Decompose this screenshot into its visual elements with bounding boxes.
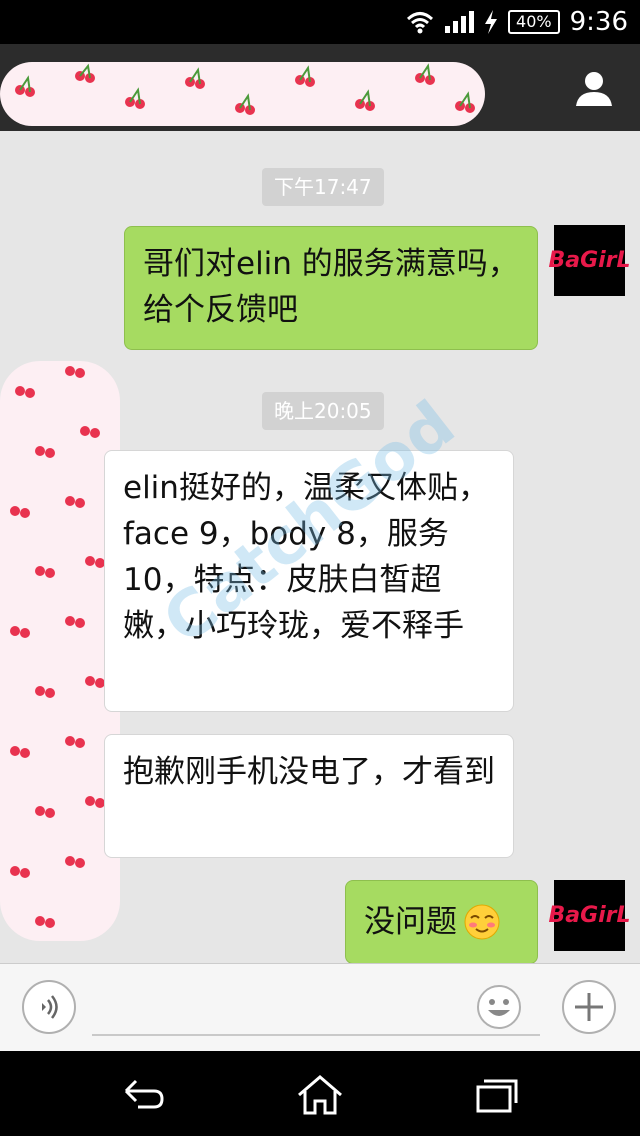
- chat-area[interactable]: 下午17:47 哥们对elin 的服务满意吗，给个反馈吧 BaGirL 晚上20…: [0, 131, 640, 963]
- status-icons: 40% 9:36: [406, 6, 628, 38]
- timestamp: 下午17:47: [262, 168, 384, 206]
- message-bubble-received[interactable]: 抱歉刚手机没电了，才看到: [104, 734, 514, 858]
- avatar-label: BaGirL: [548, 903, 631, 928]
- redacted-avatar-sticker: [0, 361, 120, 941]
- chat-header: [0, 44, 640, 131]
- battery-level: 40%: [508, 10, 560, 34]
- add-button[interactable]: [562, 980, 616, 1034]
- voice-icon: [42, 995, 58, 1019]
- voice-button[interactable]: [22, 980, 76, 1034]
- avatar-label: BaGirL: [548, 248, 631, 273]
- message-input[interactable]: [92, 1034, 540, 1036]
- message-text: 没问题: [364, 904, 457, 940]
- input-bar: [0, 963, 640, 1052]
- charging-icon: [485, 10, 498, 34]
- signal-icon: [445, 11, 475, 33]
- avatar[interactable]: BaGirL: [548, 225, 631, 296]
- message-bubble-sent[interactable]: 没问题: [345, 880, 538, 963]
- home-icon[interactable]: [295, 1073, 345, 1117]
- clock: 9:36: [569, 7, 628, 37]
- message-bubble-sent[interactable]: 哥们对elin 的服务满意吗，给个反馈吧: [124, 226, 538, 350]
- smiley-icon[interactable]: [476, 984, 522, 1030]
- blushing-emoji-icon: [464, 904, 500, 940]
- navigation-bar: [0, 1051, 640, 1136]
- plus-icon: [575, 993, 603, 1021]
- avatar[interactable]: BaGirL: [548, 880, 631, 951]
- redacted-title-sticker: [0, 62, 485, 126]
- status-bar: 40% 9:36: [0, 0, 640, 44]
- wifi-icon: [407, 12, 434, 34]
- profile-icon[interactable]: [574, 68, 614, 108]
- recents-icon[interactable]: [472, 1073, 522, 1117]
- back-icon[interactable]: [118, 1073, 168, 1117]
- timestamp: 晚上20:05: [262, 392, 384, 430]
